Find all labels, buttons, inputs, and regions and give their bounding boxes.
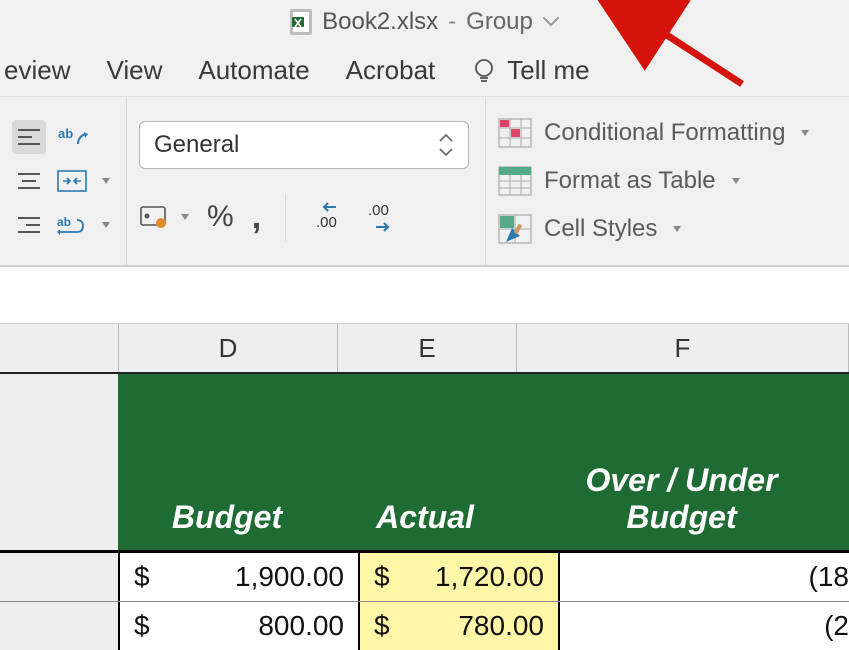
align-left-button[interactable] [12, 120, 46, 154]
number-format-value: General [154, 131, 239, 159]
merge-dropdown-icon[interactable] [102, 178, 110, 184]
cell-budget[interactable]: $ 1,900.00 [120, 553, 360, 601]
title-separator: - [448, 8, 456, 36]
svg-text:ab: ab [57, 215, 71, 229]
conditional-formatting-icon [498, 118, 532, 148]
divider [285, 193, 286, 241]
svg-text:.00: .00 [368, 202, 389, 219]
row-header[interactable] [0, 602, 120, 650]
currency-symbol: $ [370, 561, 390, 593]
document-filename: Book2.xlsx [322, 8, 438, 36]
tab-acrobat[interactable]: Acrobat [346, 55, 436, 86]
wrap-dropdown-icon[interactable] [102, 222, 110, 228]
conditional-formatting-label: Conditional Formatting [544, 119, 785, 147]
table-row: $ 1,900.00 $ 1,720.00 (18 [0, 553, 849, 602]
cell-styles-caret-icon [673, 226, 681, 232]
orientation-button[interactable]: ab [56, 120, 90, 154]
accounting-format-button[interactable] [139, 203, 189, 231]
accounting-caret-icon [181, 214, 189, 220]
row-header[interactable] [0, 553, 120, 601]
tell-me-label: Tell me [507, 55, 589, 86]
group-number: General % , [127, 97, 486, 265]
cell-over-under[interactable]: (18 [560, 553, 849, 601]
formula-bar-area[interactable] [0, 267, 849, 324]
column-headers: D E F [0, 324, 849, 374]
ribbon-tabs: eview View Automate Acrobat Tell me [0, 44, 849, 96]
tab-view[interactable]: View [106, 55, 162, 86]
format-as-table-label: Format as Table [544, 167, 716, 195]
cell-budget[interactable]: $ 800.00 [120, 602, 360, 650]
comma-format-button[interactable]: , [252, 198, 261, 237]
table-header-row: Budget Actual Over / Under Budget [0, 374, 849, 553]
cell-styles-button[interactable]: Cell Styles [498, 210, 833, 248]
cell-actual[interactable]: $ 1,720.00 [360, 553, 560, 601]
tab-automate[interactable]: Automate [198, 55, 309, 86]
align-right-button[interactable] [12, 208, 45, 242]
currency-value: 1,900.00 [235, 561, 348, 593]
header-over-under[interactable]: Over / Under Budget [514, 374, 849, 550]
format-as-table-caret-icon [732, 178, 740, 184]
conditional-formatting-button[interactable]: Conditional Formatting [498, 114, 833, 152]
header-budget[interactable]: Budget [118, 374, 336, 550]
increase-decimal-button[interactable]: .00 [364, 201, 400, 233]
format-as-table-button[interactable]: Format as Table [498, 162, 833, 200]
format-as-table-icon [498, 166, 532, 196]
cell-over-under[interactable]: (2 [560, 602, 849, 650]
conditional-formatting-caret-icon [801, 130, 809, 136]
number-format-caret-icon [438, 131, 454, 159]
currency-value: 800.00 [258, 610, 348, 642]
cell-styles-label: Cell Styles [544, 215, 657, 243]
titlebar: Book2.xlsx - Group [0, 0, 849, 44]
row-header-blank[interactable] [0, 374, 118, 550]
svg-text:ab: ab [58, 126, 73, 141]
group-mode-label: Group [466, 8, 533, 36]
currency-value: 1,720.00 [435, 561, 548, 593]
currency-value: 780.00 [458, 610, 548, 642]
ribbon: ab [0, 96, 849, 267]
align-center-button[interactable] [12, 164, 45, 198]
table-row: $ 800.00 $ 780.00 (2 [0, 602, 849, 650]
column-header-D[interactable]: D [119, 324, 338, 372]
number-format-select[interactable]: General [139, 121, 469, 169]
merge-center-button[interactable] [55, 164, 88, 198]
group-styles: Conditional Formatting Format as Table [486, 97, 849, 265]
title-dropdown-icon[interactable] [543, 17, 559, 27]
currency-symbol: $ [130, 561, 150, 593]
currency-symbol: $ [370, 610, 390, 642]
svg-text:.00: .00 [316, 214, 337, 231]
header-actual[interactable]: Actual [336, 374, 514, 550]
decrease-decimal-button[interactable]: .00 [310, 201, 346, 233]
lightbulb-icon [471, 57, 497, 83]
tell-me-search[interactable]: Tell me [471, 55, 589, 86]
percent-format-button[interactable]: % [207, 200, 234, 234]
over-under-value: (2 [824, 610, 849, 642]
wrap-text-button[interactable]: ab [55, 208, 88, 242]
over-under-value: (18 [809, 561, 849, 593]
currency-symbol: $ [130, 610, 150, 642]
group-alignment: ab [0, 97, 127, 265]
cell-actual[interactable]: $ 780.00 [360, 602, 560, 650]
cell-styles-icon [498, 214, 532, 244]
tab-review[interactable]: eview [4, 55, 70, 86]
column-header-E[interactable]: E [338, 324, 517, 372]
column-header-F[interactable]: F [517, 324, 849, 372]
excel-file-icon [290, 9, 312, 35]
header-corner[interactable] [0, 324, 119, 372]
